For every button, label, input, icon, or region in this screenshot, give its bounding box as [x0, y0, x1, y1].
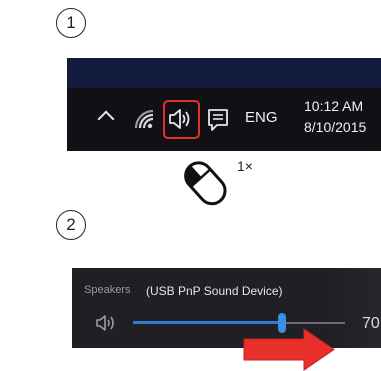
click-count: 1× [237, 158, 253, 174]
clock-time: 10:12 AM [304, 98, 364, 114]
flyout-edge [331, 268, 381, 348]
speaker-highlight [163, 100, 200, 139]
speakers-label: Speakers [84, 284, 131, 296]
step-number-2: 2 [56, 210, 86, 240]
speaker-icon[interactable] [95, 314, 119, 332]
volume-value: 70 [362, 315, 380, 332]
language-indicator[interactable]: ENG [245, 109, 278, 126]
wifi-icon[interactable] [133, 108, 157, 130]
clock[interactable]: 10:12 AM 8/10/2015 [304, 96, 366, 138]
desktop-edge [67, 58, 381, 88]
volume-slider-fill [133, 321, 282, 324]
clock-date: 8/10/2015 [304, 119, 367, 135]
mouse-icon [184, 161, 227, 206]
device-name[interactable]: (USB PnP Sound Device) [146, 284, 283, 298]
step-number-1: 1 [56, 8, 86, 38]
red-arrow-icon [243, 328, 335, 371]
action-center-icon[interactable] [207, 108, 229, 132]
